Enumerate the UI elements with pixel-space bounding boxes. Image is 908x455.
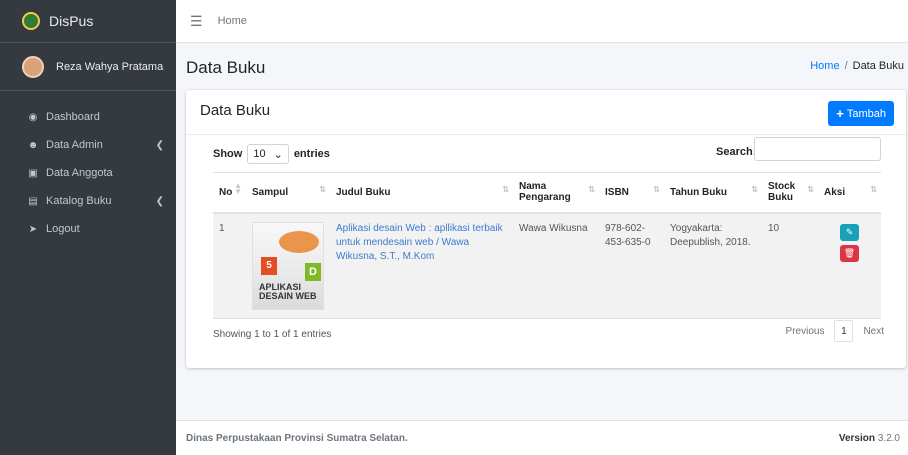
dashboard-icon: ◉ (28, 111, 38, 123)
books-table: No ▲ ▼ Sampul ⇅ Judul Buku ⇅ Nama Pengarang ⇅… (213, 172, 881, 319)
sort-icon: ⇅ (653, 185, 660, 194)
brand-text: DisPus (49, 13, 94, 29)
dreamweaver-logo: D (305, 262, 321, 281)
sidebar-item-label: Data Admin (46, 139, 103, 151)
header-stock-buku[interactable]: Stock Buku ⇅ (762, 172, 818, 214)
entries-select[interactable]: 10 ⌄ (247, 144, 289, 164)
header-no[interactable]: No ▲ ▼ (213, 172, 246, 214)
card-divider (186, 134, 906, 135)
entries-select-value: 10 (253, 148, 266, 160)
pagination: Previous 1 Next (776, 320, 894, 342)
id-card-icon: ▣ (28, 167, 38, 179)
sidebar-item-label: Katalog Buku (46, 195, 112, 207)
cell-tahun-buku: Yogyakarta: Deepublish, 2018. (664, 212, 762, 319)
chevron-left-icon: ❮ (155, 195, 164, 207)
top-navbar: ☰ Home (176, 0, 908, 43)
header-judul-buku[interactable]: Judul Buku ⇅ (330, 172, 513, 214)
header-isbn[interactable]: ISBN ⇅ (599, 172, 664, 214)
chevron-down-icon: ⌄ (273, 148, 283, 161)
next-button[interactable]: Next (863, 326, 884, 337)
edit-button[interactable]: ✎ (840, 223, 859, 241)
menu-icon[interactable]: ☰ (190, 13, 203, 30)
users-cog-icon: ☻ (27, 139, 39, 151)
trash-icon: 🗑 (843, 248, 856, 258)
version-value: 3.2.0 (877, 432, 900, 444)
card-title: Data Buku (200, 102, 271, 119)
cell-stock-buku: 10 (762, 212, 818, 319)
header-nama-pengarang[interactable]: Nama Pengarang ⇅ (513, 172, 599, 214)
book-open-icon: ▤ (28, 195, 38, 207)
search-label: Search: (716, 146, 757, 158)
page-title: Data Buku (186, 58, 266, 77)
sidebar-item-data-admin[interactable]: ☻ Data Admin ❮ (0, 131, 176, 159)
sort-icon: ⇅ (870, 185, 877, 194)
brand-link[interactable]: DisPus (0, 0, 176, 43)
sort-icon: ⇅ (319, 185, 326, 194)
html5-logo: 5 (261, 256, 277, 275)
cell-sampul: 5 D APLIKASI DESAIN WEB (246, 212, 330, 319)
search-input[interactable] (754, 137, 881, 161)
book-cover-image: 5 D APLIKASI DESAIN WEB (252, 221, 324, 310)
breadcrumb-home[interactable]: Home (810, 60, 839, 72)
header-aksi[interactable]: Aksi ⇅ (818, 172, 881, 214)
previous-button[interactable]: Previous (786, 326, 825, 337)
cell-judul-buku[interactable]: Aplikasi desain Web : apllikasi terbaik … (330, 212, 513, 319)
cell-isbn: 978-602-453-635-0 (599, 212, 664, 319)
version-label: Version (838, 432, 875, 444)
sort-icon: ⇅ (502, 185, 509, 194)
footer: Dinas Perpustakaan Provinsi Sumatra Sela… (176, 420, 908, 455)
sidebar-item-data-anggota[interactable]: ▣ Data Anggota (0, 159, 176, 187)
sidebar-item-katalog-buku[interactable]: ▤ Katalog Buku ❮ (0, 187, 176, 215)
brand-logo (22, 12, 40, 30)
data-buku-card: Data Buku + Tambah Show 10 ⌄ entries Sea… (186, 90, 906, 368)
add-button-label: Tambah (846, 107, 886, 120)
cell-aksi: ✎ 🗑 (818, 212, 881, 319)
user-edit-icon: ✎ (845, 227, 854, 237)
top-home-link[interactable]: Home (218, 15, 247, 27)
user-name: Reza Wahya Pratama (56, 60, 164, 73)
sidebar-item-label: Dashboard (46, 111, 100, 123)
sidebar: DisPus Reza Wahya Pratama ◉ Dashboard ☻ … (0, 0, 176, 455)
header-sampul[interactable]: Sampul ⇅ (246, 172, 330, 214)
delete-button[interactable]: 🗑 (840, 244, 859, 262)
avatar (22, 55, 44, 78)
sort-icon: ▲ ▼ (234, 181, 242, 196)
sidebar-item-label: Logout (46, 223, 80, 235)
breadcrumb-current: Data Buku (852, 60, 904, 72)
cell-no: 1 (213, 212, 246, 319)
user-panel[interactable]: Reza Wahya Pratama (0, 43, 176, 91)
breadcrumb: Home / Data Buku (810, 60, 904, 72)
table-header-row: No ▲ ▼ Sampul ⇅ Judul Buku ⇅ Nama Pengarang ⇅… (213, 172, 881, 214)
sidebar-item-dashboard[interactable]: ◉ Dashboard (0, 103, 176, 131)
entries-length: Show 10 ⌄ entries (213, 144, 330, 164)
show-label: Show (213, 148, 243, 160)
sort-icon: ⇅ (588, 185, 595, 194)
header-tahun-buku[interactable]: Tahun Buku ⇅ (664, 172, 762, 214)
page-1-button[interactable]: 1 (834, 320, 854, 342)
entries-label: entries (293, 148, 330, 160)
breadcrumb-separator: / (844, 60, 848, 72)
sidebar-item-logout[interactable]: ➤ Logout (0, 215, 176, 243)
sign-out-icon: ➤ (28, 223, 38, 235)
cover-art (279, 230, 319, 253)
sort-icon: ⇅ (751, 185, 758, 194)
version-info: Version 3.2.0 (839, 433, 900, 444)
table-row: 1 5 D APLIKASI DESAIN WEB Aplikasi desai… (213, 212, 881, 319)
table-info: Showing 1 to 1 of 1 entries (213, 329, 332, 340)
sort-icon: ⇅ (807, 185, 814, 194)
plus-icon: + (836, 106, 844, 121)
chevron-left-icon: ❮ (155, 139, 164, 151)
cell-nama-pengarang: Wawa Wikusna (513, 212, 599, 319)
sidebar-nav: ◉ Dashboard ☻ Data Admin ❮ ▣ Data Anggot… (0, 91, 176, 243)
add-book-button[interactable]: + Tambah (828, 101, 894, 126)
footer-text: Dinas Perpustakaan Provinsi Sumatra Sela… (186, 432, 408, 444)
sidebar-item-label: Data Anggota (46, 167, 113, 179)
cover-title-text: APLIKASI DESAIN WEB (259, 281, 317, 301)
